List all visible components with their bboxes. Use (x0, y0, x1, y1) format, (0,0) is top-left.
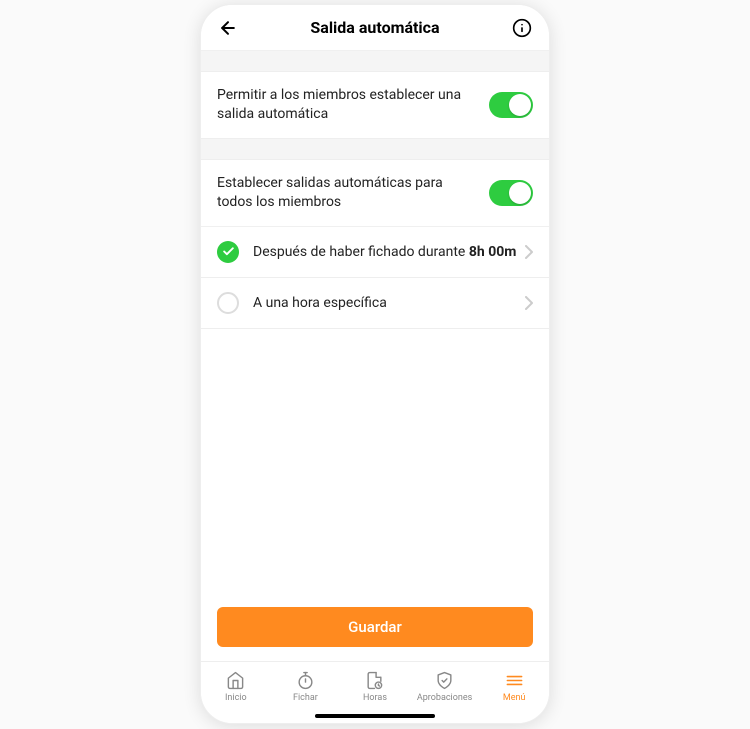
option-specific-time[interactable]: A una hora específica (201, 278, 549, 328)
tab-bar: Inicio Fichar (201, 661, 549, 723)
option-after-clocked-label: Después de haber fichado durante (253, 244, 465, 260)
menu-icon (504, 670, 524, 690)
stopwatch-icon (295, 670, 315, 690)
radio-selected-icon (217, 241, 239, 263)
option-after-clocked-text: Después de haber fichado durante 8h 00m (253, 244, 517, 260)
header: Salida automática (201, 5, 549, 51)
arrow-left-icon (218, 18, 238, 38)
content-area: Permitir a los miembros establecer una s… (201, 51, 549, 661)
tab-menu-label: Menú (503, 693, 526, 703)
tab-home[interactable]: Inicio (201, 670, 271, 703)
specific-time-section: A una hora específica (201, 278, 549, 329)
tab-clock-label: Fichar (293, 693, 318, 703)
check-icon (222, 245, 235, 258)
allow-members-label: Permitir a los miembros establecer una s… (217, 86, 489, 124)
chevron-right-icon (525, 245, 533, 259)
back-button[interactable] (217, 17, 239, 39)
allow-members-toggle[interactable] (489, 92, 533, 118)
shield-check-icon (435, 670, 455, 690)
auto-clockout-section: Establecer salidas automáticas para todo… (201, 159, 549, 278)
save-button[interactable]: Guardar (217, 607, 533, 647)
allow-members-row: Permitir a los miembros establecer una s… (201, 72, 549, 138)
tab-hours-label: Horas (363, 693, 387, 703)
option-after-clocked[interactable]: Después de haber fichado durante 8h 00m (201, 227, 549, 277)
home-indicator[interactable] (315, 714, 435, 718)
home-icon (226, 670, 246, 690)
info-button[interactable] (511, 17, 533, 39)
option-after-clocked-value: 8h 00m (469, 244, 517, 260)
app-screen: Salida automática Permitir a los miembro… (200, 4, 550, 724)
tab-approvals-label: Aprobaciones (417, 693, 472, 703)
tab-clock[interactable]: Fichar (271, 670, 341, 703)
tab-menu[interactable]: Menú (479, 670, 549, 703)
tab-home-label: Inicio (225, 693, 247, 703)
info-icon (512, 18, 532, 38)
set-all-members-toggle[interactable] (489, 180, 533, 206)
save-area: Guardar (201, 597, 549, 661)
set-all-members-label: Establecer salidas automáticas para todo… (217, 174, 489, 212)
tab-hours[interactable]: Horas (340, 670, 410, 703)
document-clock-icon (365, 670, 385, 690)
tab-approvals[interactable]: Aprobaciones (410, 670, 480, 703)
allow-members-section: Permitir a los miembros establecer una s… (201, 71, 549, 139)
chevron-right-icon (525, 296, 533, 310)
option-specific-time-label: A una hora específica (253, 295, 517, 311)
set-all-members-row: Establecer salidas automáticas para todo… (201, 160, 549, 227)
page-title: Salida automática (310, 18, 439, 37)
radio-unselected-icon (217, 292, 239, 314)
